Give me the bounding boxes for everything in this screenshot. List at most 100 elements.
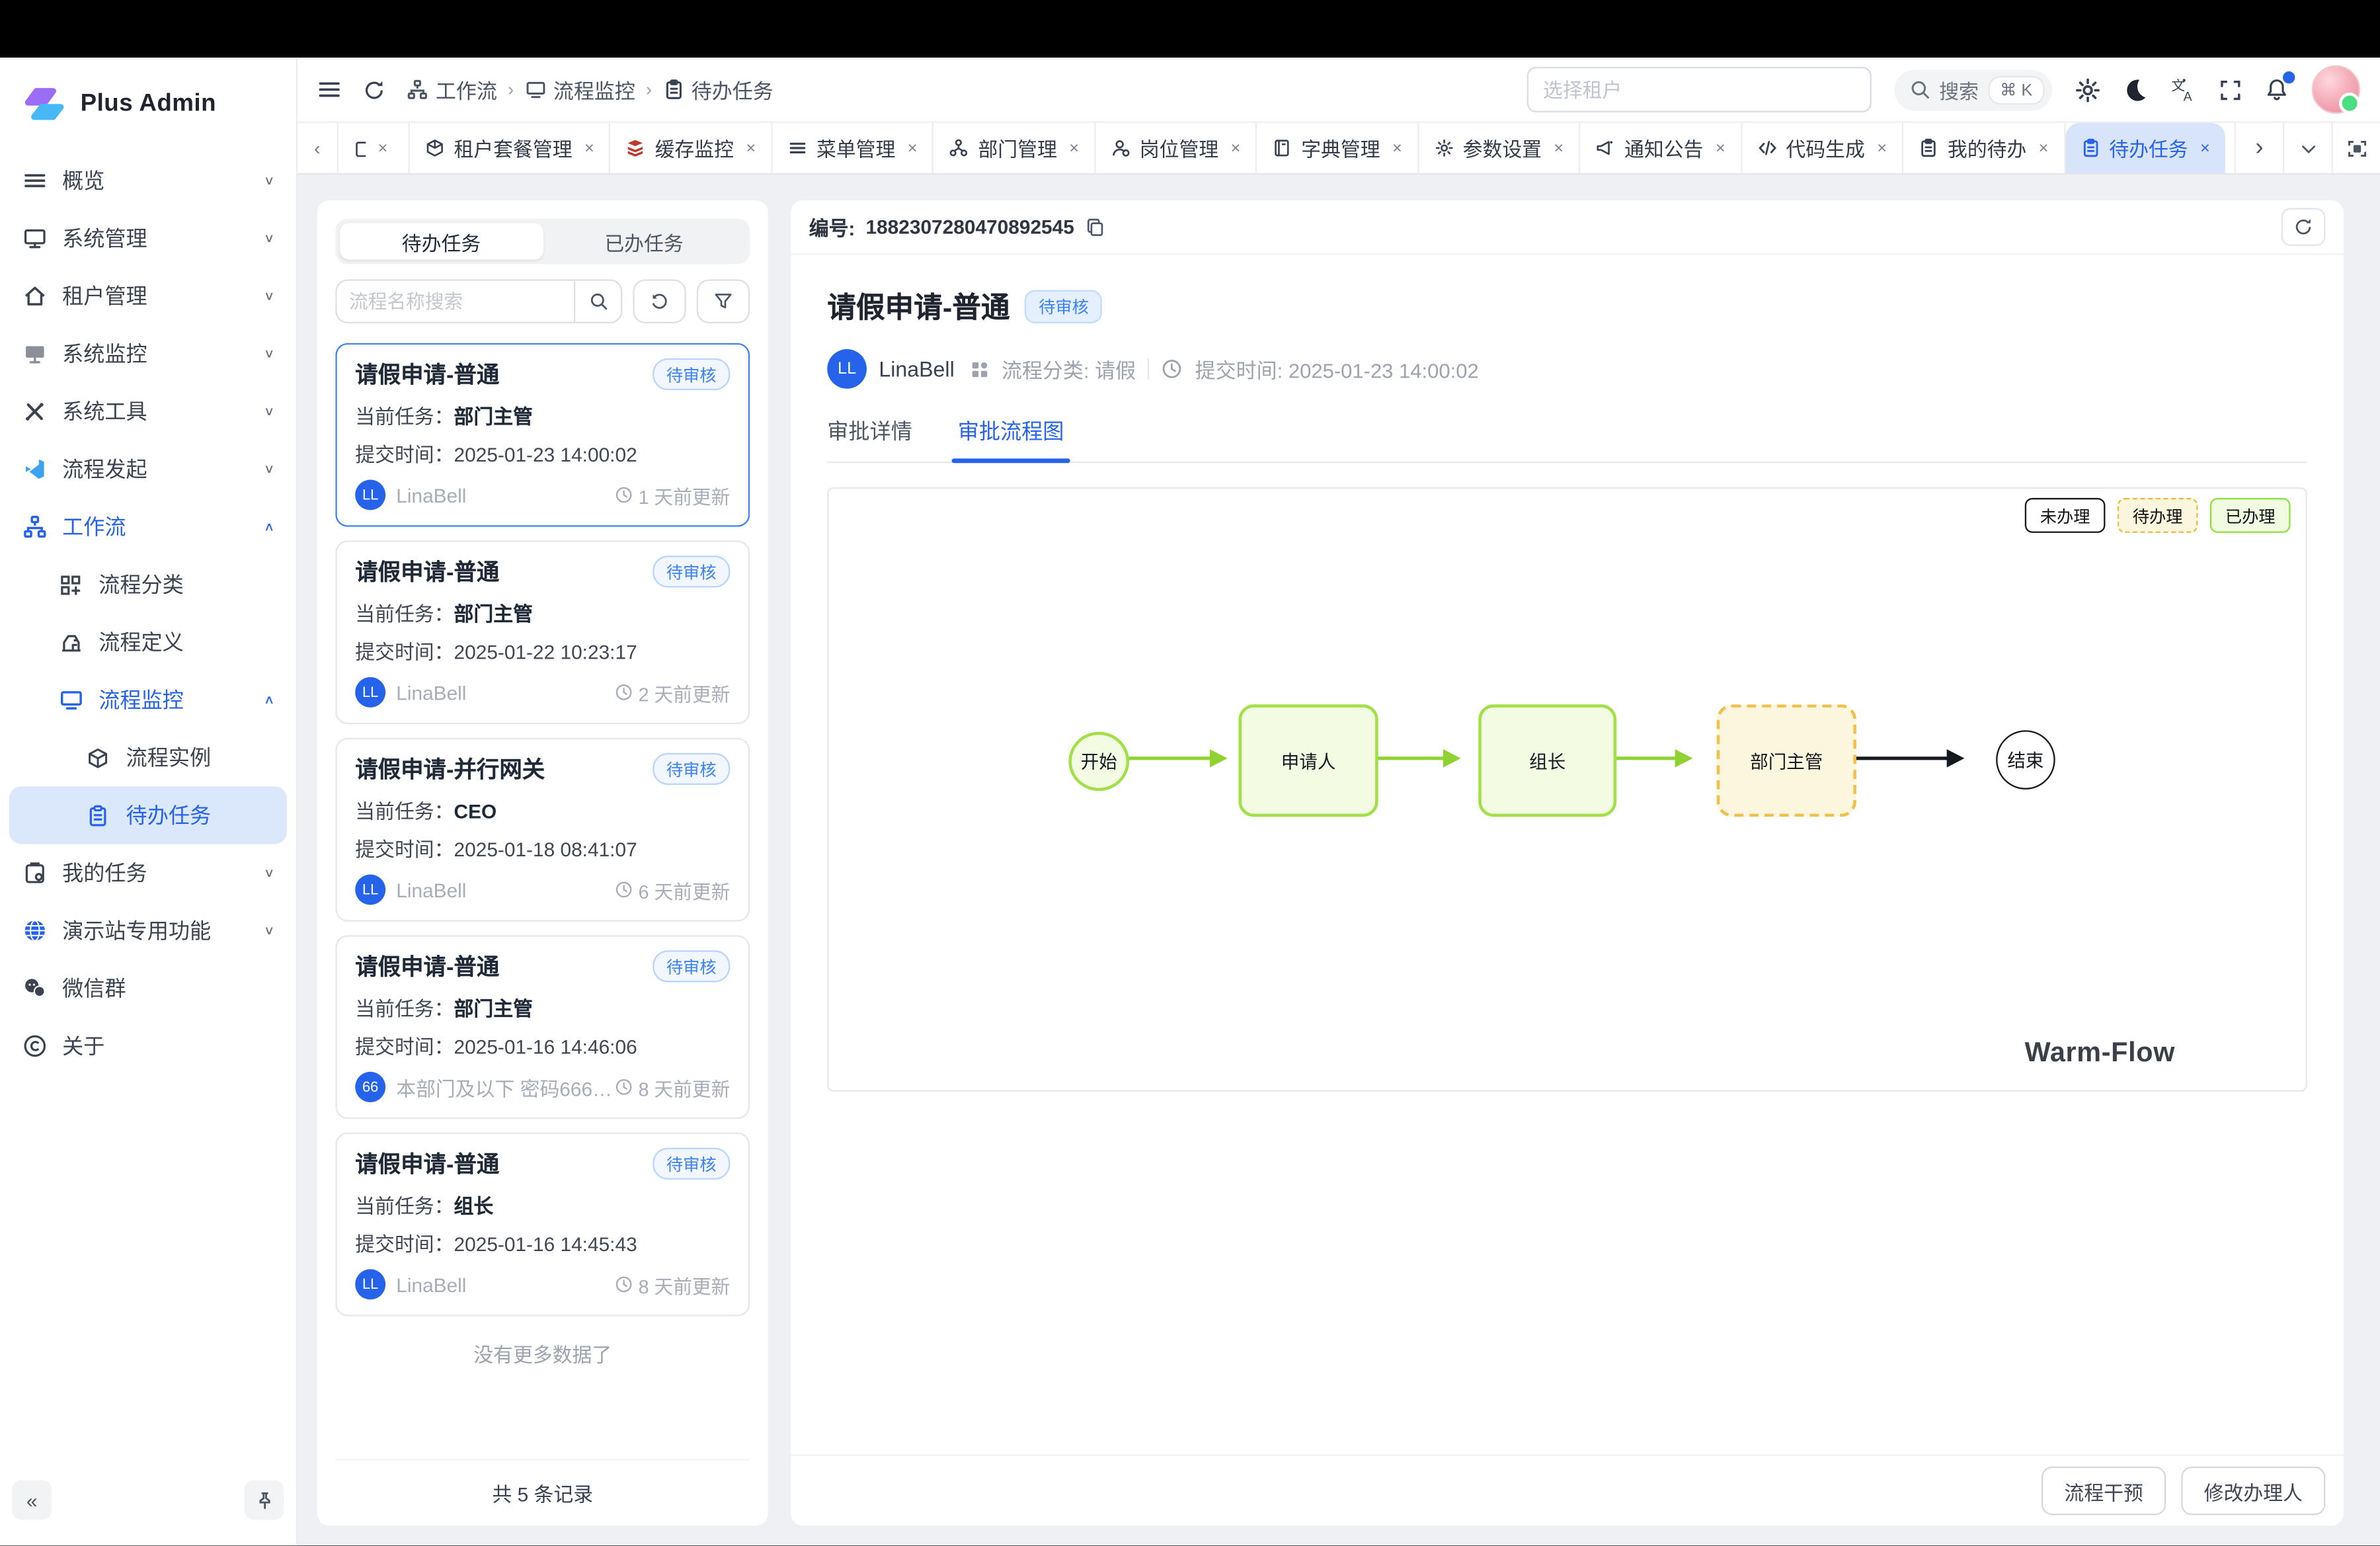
flow-node-applicant[interactable]: 申请人 — [1238, 704, 1378, 817]
task-card[interactable]: 请假申请-普通待审核 当前任务：部门主管 提交时间：2025-01-16 14:… — [335, 935, 750, 1119]
sidebar-item-overview[interactable]: 概览∨ — [9, 152, 287, 210]
close-icon[interactable]: × — [2200, 139, 2210, 157]
reset-icon[interactable] — [633, 279, 686, 323]
chevron-down-icon: ∨ — [264, 924, 275, 937]
tabs-scroll-right-icon[interactable]: › — [2236, 123, 2284, 173]
close-icon[interactable]: × — [1716, 139, 1726, 157]
sidebar-item-system-tools[interactable]: 系统工具∨ — [9, 383, 287, 440]
app-logo: Plus Admin — [0, 58, 296, 145]
task-card[interactable]: 请假申请-普通待审核 当前任务：组长 提交时间：2025-01-16 14:45… — [335, 1133, 750, 1317]
tabs-spacer — [2227, 123, 2236, 173]
avatar: LL — [827, 349, 867, 389]
tab-tenant-package[interactable]: 租户套餐管理× — [410, 123, 611, 173]
flow-node-end[interactable]: 结束 — [1996, 730, 2055, 790]
page-tabs-bar: ‹ × 租户套餐管理× 缓存监控× 菜单管理× — [298, 123, 2380, 175]
close-icon[interactable]: × — [584, 139, 594, 157]
tab-code-gen[interactable]: 代码生成× — [1742, 123, 1903, 173]
workflow-icon — [21, 514, 47, 540]
breadcrumb-todo-tasks[interactable]: 待办任务 — [662, 75, 774, 105]
tab-approval-flowchart[interactable]: 审批流程图 — [958, 416, 1064, 462]
close-icon[interactable]: × — [1069, 139, 1079, 157]
search-icon[interactable] — [574, 281, 621, 322]
process-id-row: 编号: 1882307280470892545 — [791, 200, 2344, 255]
close-icon[interactable]: × — [1554, 139, 1564, 157]
tab-todo-tasks[interactable]: 待办任务× — [2065, 123, 2225, 173]
flow-node-dept-manager[interactable]: 部门主管 — [1717, 704, 1856, 817]
redis-icon — [626, 138, 646, 158]
dark-mode-moon-icon[interactable] — [2123, 77, 2148, 102]
copy-icon[interactable] — [1085, 217, 1105, 237]
hamburger-icon[interactable] — [317, 77, 342, 102]
sidebar-item-wechat-group[interactable]: 微信群 — [9, 959, 287, 1017]
flow-node-start[interactable]: 开始 — [1068, 732, 1129, 792]
sidebar-item-process-definition[interactable]: 流程定义 — [9, 614, 287, 671]
tab-cache-monitor[interactable]: 缓存监控× — [611, 123, 772, 173]
user-avatar[interactable] — [2312, 65, 2360, 114]
change-assignee-button[interactable]: 修改办理人 — [2181, 1467, 2325, 1515]
segment-done-tasks[interactable]: 已办任务 — [543, 224, 746, 260]
content-fullscreen-icon[interactable] — [2333, 123, 2380, 173]
process-intervene-button[interactable]: 流程干预 — [2042, 1467, 2166, 1515]
chevron-down-icon: ∨ — [264, 866, 275, 879]
search-input[interactable] — [337, 281, 574, 322]
close-icon[interactable]: × — [1231, 139, 1241, 157]
status-badge: 待审核 — [653, 358, 730, 390]
gear-icon — [1434, 138, 1454, 158]
menu-lines-icon — [787, 138, 807, 158]
sidebar-item-system-mgmt[interactable]: 系统管理∨ — [9, 210, 287, 267]
breadcrumb-workflow[interactable]: 工作流 — [407, 75, 497, 105]
tab-my-todo[interactable]: 我的待办× — [1903, 123, 2065, 173]
close-icon[interactable]: × — [1877, 139, 1887, 157]
sidebar-item-tenant-mgmt[interactable]: 租户管理∨ — [9, 267, 287, 325]
tab-dept-mgmt[interactable]: 部门管理× — [934, 123, 1095, 173]
task-card[interactable]: 请假申请-普通待审核 当前任务：部门主管 提交时间：2025-01-23 14:… — [335, 343, 750, 527]
tab-menu-mgmt[interactable]: 菜单管理× — [772, 123, 933, 173]
tabs-scroll-left-icon[interactable]: ‹ — [298, 123, 338, 173]
sidebar-item-process-launch[interactable]: 流程发起∨ — [9, 440, 287, 498]
tab-post-mgmt[interactable]: 岗位管理× — [1095, 123, 1257, 173]
sidebar-item-about[interactable]: 关于 — [9, 1017, 287, 1075]
filter-funnel-icon[interactable] — [697, 279, 750, 323]
flow-node-leader[interactable]: 组长 — [1478, 704, 1616, 817]
sidebar-item-workflow[interactable]: 工作流∧ — [9, 498, 287, 555]
refresh-detail-button[interactable] — [2281, 208, 2326, 246]
sidebar-item-process-instance[interactable]: 流程实例 — [9, 729, 287, 786]
sidebar-item-system-monitor[interactable]: 系统监控∨ — [9, 325, 287, 382]
os-top-bar — [0, 0, 2380, 58]
translate-icon[interactable]: 文A — [2170, 77, 2196, 102]
sidebar-item-todo-tasks[interactable]: 待办任务 — [9, 786, 287, 844]
avatar: LL — [355, 874, 385, 905]
clipped-tab-icon — [348, 139, 366, 157]
tabs-dropdown-icon[interactable] — [2284, 123, 2332, 173]
task-card[interactable]: 请假申请-普通待审核 当前任务：部门主管 提交时间：2025-01-22 10:… — [335, 540, 750, 724]
tenant-select[interactable] — [1527, 67, 1871, 112]
breadcrumb-process-monitor[interactable]: 流程监控 — [524, 75, 635, 105]
collapse-sidebar-button[interactable]: « — [12, 1481, 52, 1520]
close-icon[interactable]: × — [378, 139, 388, 157]
pin-icon[interactable] — [245, 1481, 284, 1520]
tab-dict-mgmt[interactable]: 字典管理× — [1257, 123, 1419, 173]
sidebar-item-process-category[interactable]: 流程分类 — [9, 555, 287, 613]
close-icon[interactable]: × — [908, 139, 918, 157]
search-shortcut-kbd: ⌘ K — [1988, 75, 2045, 104]
refresh-icon[interactable] — [363, 78, 385, 101]
tab-approval-detail[interactable]: 审批详情 — [827, 416, 912, 462]
sidebar-item-my-tasks[interactable]: 我的任务∨ — [9, 844, 287, 902]
global-search[interactable]: 搜索 ⌘ K — [1893, 69, 2052, 110]
clock-icon — [614, 486, 633, 505]
segment-todo-tasks[interactable]: 待办任务 — [340, 224, 543, 260]
sidebar: Plus Admin 概览∨ 系统管理∨ 租户管理∨ 系统监控∨ — [0, 58, 298, 1545]
card-submit-time: 提交时间：2025-01-16 14:45:43 — [355, 1228, 730, 1257]
notifications-bell-icon[interactable] — [2265, 77, 2289, 102]
tab-clipped[interactable]: × — [338, 123, 410, 173]
sidebar-item-process-monitor[interactable]: 流程监控∧ — [9, 671, 287, 729]
task-card[interactable]: 请假申请-并行网关待审核 当前任务：CEO 提交时间：2025-01-18 08… — [335, 738, 750, 922]
fullscreen-icon[interactable] — [2219, 78, 2242, 101]
close-icon[interactable]: × — [1392, 139, 1402, 157]
sidebar-item-demo-features[interactable]: 演示站专用功能∨ — [9, 902, 287, 959]
close-icon[interactable]: × — [2039, 139, 2049, 157]
tab-param-settings[interactable]: 参数设置× — [1419, 123, 1580, 173]
tab-notice[interactable]: 通知公告× — [1580, 123, 1741, 173]
close-icon[interactable]: × — [746, 139, 756, 157]
gear-icon[interactable] — [2075, 77, 2101, 102]
